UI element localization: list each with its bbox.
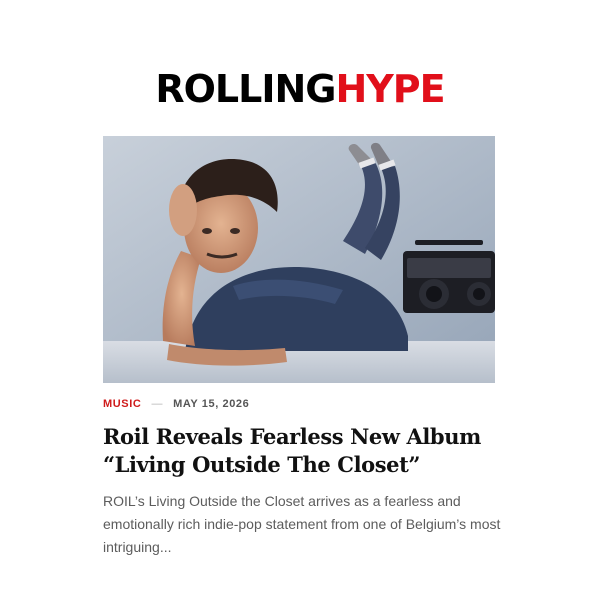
meta-separator: — bbox=[151, 398, 164, 410]
category-link[interactable]: MUSIC bbox=[103, 397, 141, 411]
logo-rolling-text: ROLLING bbox=[155, 67, 336, 111]
logo-hype-text: HYPE bbox=[335, 67, 445, 111]
article-excerpt: ROIL’s Living Outside the Closet arrives… bbox=[103, 493, 501, 555]
article-meta: MUSIC — MAY 15, 2026 bbox=[103, 397, 249, 411]
article-title[interactable]: Roil Reveals Fearless New Album “Living … bbox=[103, 423, 503, 479]
publish-date: MAY 15, 2026 bbox=[173, 398, 250, 410]
hero-illustration bbox=[103, 136, 495, 383]
article-hero-image[interactable] bbox=[103, 136, 495, 383]
site-logo[interactable]: ROLLINGHYPE bbox=[0, 70, 600, 108]
